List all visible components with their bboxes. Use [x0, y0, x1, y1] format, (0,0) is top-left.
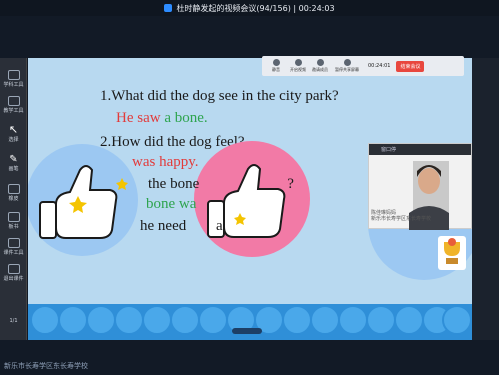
- wave: [142, 305, 172, 335]
- answer-word: happy.: [159, 154, 199, 170]
- video-window-title: 窗口停: [381, 147, 397, 153]
- tool-label: 画笔: [8, 166, 19, 172]
- pen-icon: ✎: [9, 154, 18, 165]
- thumbs-up-circle-left: [28, 144, 138, 256]
- answer-word: was: [132, 154, 156, 170]
- wave: [442, 305, 472, 335]
- tool-label: 教学工具: [3, 108, 24, 114]
- answer-word: saw: [137, 110, 161, 126]
- button-label: 开启视频: [290, 67, 306, 72]
- right-panel: [472, 58, 499, 340]
- tool-board[interactable]: 板书: [2, 210, 25, 232]
- courseware-icon: [7, 238, 20, 248]
- tool-select[interactable]: ↖ 选择: [2, 122, 25, 144]
- page-number: 1/1: [9, 318, 18, 324]
- subject-tools-icon: [7, 70, 20, 80]
- button-label: 暂停共享屏幕: [335, 67, 359, 72]
- pause-share-button[interactable]: 暂停共享屏幕: [332, 59, 362, 73]
- tool-label: 橡皮: [8, 196, 19, 202]
- thumbs-up-circle-center: [194, 141, 310, 257]
- question-word: a: [215, 218, 223, 234]
- eraser-icon: [7, 184, 20, 194]
- question-1: 1.What did the dog see in the city park?: [100, 88, 339, 104]
- answer-word: bone.: [174, 110, 208, 126]
- thumbs-up-icon: [207, 164, 286, 238]
- participant-school: 新乐市长寿学区东长寿学校: [371, 216, 432, 222]
- left-toolbar: 学科工具 教学工具 ↖ 选择 ✎ 画笔 橡皮 板书 课件工具 退出课件 1/1: [0, 58, 27, 340]
- participant-video-window[interactable]: 窗口停 陈佳琳妈妈 新乐市长寿学区东长寿学校: [368, 143, 472, 230]
- video-button[interactable]: 开启视频: [288, 59, 308, 73]
- answer-word: bone: [146, 196, 176, 212]
- tool-eraser[interactable]: 橡皮: [2, 182, 25, 204]
- tool-label: 板书: [8, 224, 19, 230]
- invite-button[interactable]: 邀请成员: [310, 59, 330, 73]
- tool-pen[interactable]: ✎ 画笔: [2, 152, 25, 174]
- tool-courseware[interactable]: 课件工具: [2, 236, 25, 258]
- wave: [282, 305, 312, 335]
- trophy-icon: [444, 238, 460, 264]
- tool-label: 学科工具: [3, 82, 24, 88]
- share-screen-icon: [343, 59, 351, 66]
- camera-icon: [294, 59, 302, 66]
- cursor-icon: ↖: [8, 123, 19, 136]
- meeting-timer: 00:24:01: [368, 63, 391, 69]
- button-label: 静音: [272, 67, 280, 72]
- tool-label: 退出课件: [3, 276, 24, 282]
- wave: [114, 305, 144, 335]
- wave: [170, 305, 200, 335]
- answer-3: bone wa: [146, 196, 196, 213]
- meeting-toolbar: 静音 开启视频 邀请成员 暂停共享屏幕 00:24:01 结束会议: [262, 56, 464, 76]
- tool-teaching-tools[interactable]: 教学工具: [2, 94, 25, 116]
- add-user-icon: [316, 59, 324, 66]
- exit-icon: [7, 264, 20, 274]
- answer-1: He saw a bone.: [116, 110, 208, 127]
- page-indicator[interactable]: 1/1: [2, 310, 25, 332]
- answer-word: wa: [178, 196, 197, 212]
- wave: [338, 305, 368, 335]
- thumbs-up-icon: [39, 165, 128, 239]
- wave: [310, 305, 340, 335]
- end-meeting-button[interactable]: 结束会议: [396, 60, 425, 72]
- meeting-app-icon: [164, 4, 173, 12]
- question-4-fragment: he need a: [140, 218, 223, 235]
- school-watermark: 新乐市长寿学区东长寿学校: [4, 362, 88, 370]
- answer-2: was happy.: [132, 154, 199, 171]
- tool-label: 课件工具: [3, 250, 24, 256]
- wave: [58, 305, 88, 335]
- tool-exit-courseware[interactable]: 退出课件: [2, 262, 25, 284]
- slide-navigation[interactable]: [232, 328, 262, 334]
- wave: [394, 305, 424, 335]
- tool-label: 选择: [8, 137, 19, 143]
- window-titlebar: 杜时静发起的视频会议(94/156) | 00:24:03: [0, 0, 499, 16]
- question-word: ?: [287, 176, 294, 192]
- video-caption: 陈佳琳妈妈 新乐市长寿学区东长寿学校: [371, 210, 431, 222]
- wave: [86, 305, 116, 335]
- teaching-tools-icon: [7, 96, 20, 106]
- question-3-fragment: the bone?: [148, 176, 294, 193]
- answer-word: He: [116, 110, 134, 126]
- trophy-sticker: [438, 236, 466, 270]
- board-icon: [7, 212, 20, 222]
- wave: [366, 305, 396, 335]
- wave: [30, 305, 60, 335]
- answer-word: a: [164, 110, 171, 126]
- button-label: 邀请成员: [312, 67, 328, 72]
- mute-button[interactable]: 静音: [266, 59, 286, 73]
- wave: [198, 305, 228, 335]
- question-word: he need: [140, 218, 187, 234]
- tool-subject-tools[interactable]: 学科工具: [2, 68, 25, 90]
- video-window-header: 窗口停: [369, 144, 471, 155]
- question-word: the bone: [148, 176, 200, 192]
- window-title: 杜时静发起的视频会议(94/156) | 00:24:03: [176, 3, 335, 13]
- microphone-icon: [272, 59, 280, 66]
